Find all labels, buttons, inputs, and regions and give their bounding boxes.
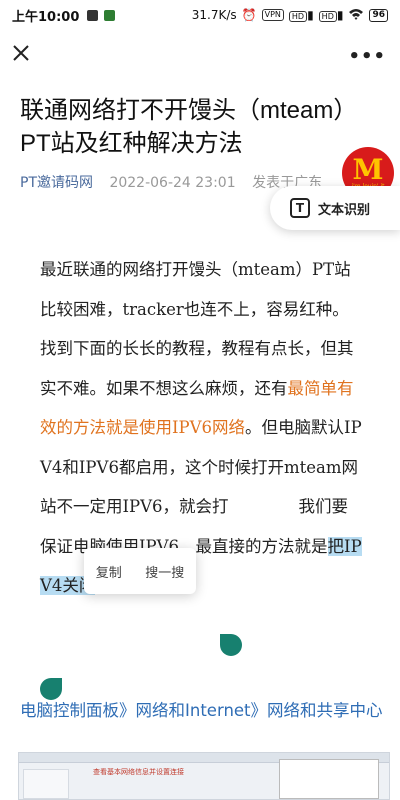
battery-icon: 96 [369,8,388,22]
vpn-badge: VPN [261,9,284,21]
status-time: 上午10:00 [12,9,80,25]
status-bar: 上午10:00 31.7K/s ⏰ VPN HD ▮ HD ▮ 96 [0,0,400,30]
mcdonalds-logo-icon: M [352,152,384,186]
signal-icon-2: HD ▮ [318,8,343,22]
screenshot-sidebar [23,769,69,799]
screenshot-annotation: 查看基本网络信息并设置连接 [93,768,184,776]
top-nav: ••• [0,34,400,74]
copy-menu-item[interactable]: 复制 [96,562,122,581]
selection-context-menu: 复制 搜一搜 [84,548,196,594]
search-menu-item[interactable]: 搜一搜 [145,562,184,581]
text-recognition-button[interactable]: T 文本识别 [270,186,400,230]
article-date: 2022-06-24 23:01 [109,175,236,191]
more-options-icon[interactable]: ••• [348,46,386,67]
selection-end-handle[interactable] [220,634,242,656]
alarm-icon: ⏰ [241,8,257,22]
embedded-screenshot-image: 查看基本网络信息并设置连接 [18,752,390,800]
app-notification-icon [104,9,116,21]
body-paragraph-part1: 最近联通的网络打开馒头（mteam）PT站比较困难，tracker也连不上，容易… [40,260,354,398]
notification-icon [87,9,99,21]
hd-badge: HD [288,11,308,22]
wifi-icon [348,8,364,23]
hd-badge-2: HD [318,11,337,22]
status-right: 31.7K/s ⏰ VPN HD ▮ HD ▮ 96 [192,8,388,23]
signal-icon: HD ▮ [288,8,314,22]
notification-icons [87,9,116,21]
screenshot-dialog [279,759,379,799]
close-icon[interactable] [10,42,32,64]
control-panel-path-link[interactable]: 电脑控制面板》网络和Internet》网络和共享中心 [20,696,390,725]
text-recognition-label: 文本识别 [318,202,371,218]
article-source-link[interactable]: PT邀请码网 [20,175,93,191]
network-speed: 31.7K/s [191,8,237,22]
text-recognition-icon: T [290,198,310,218]
article-title: 联通网络打不开馒头（mteam）PT站及红种解决方法 [20,97,358,157]
